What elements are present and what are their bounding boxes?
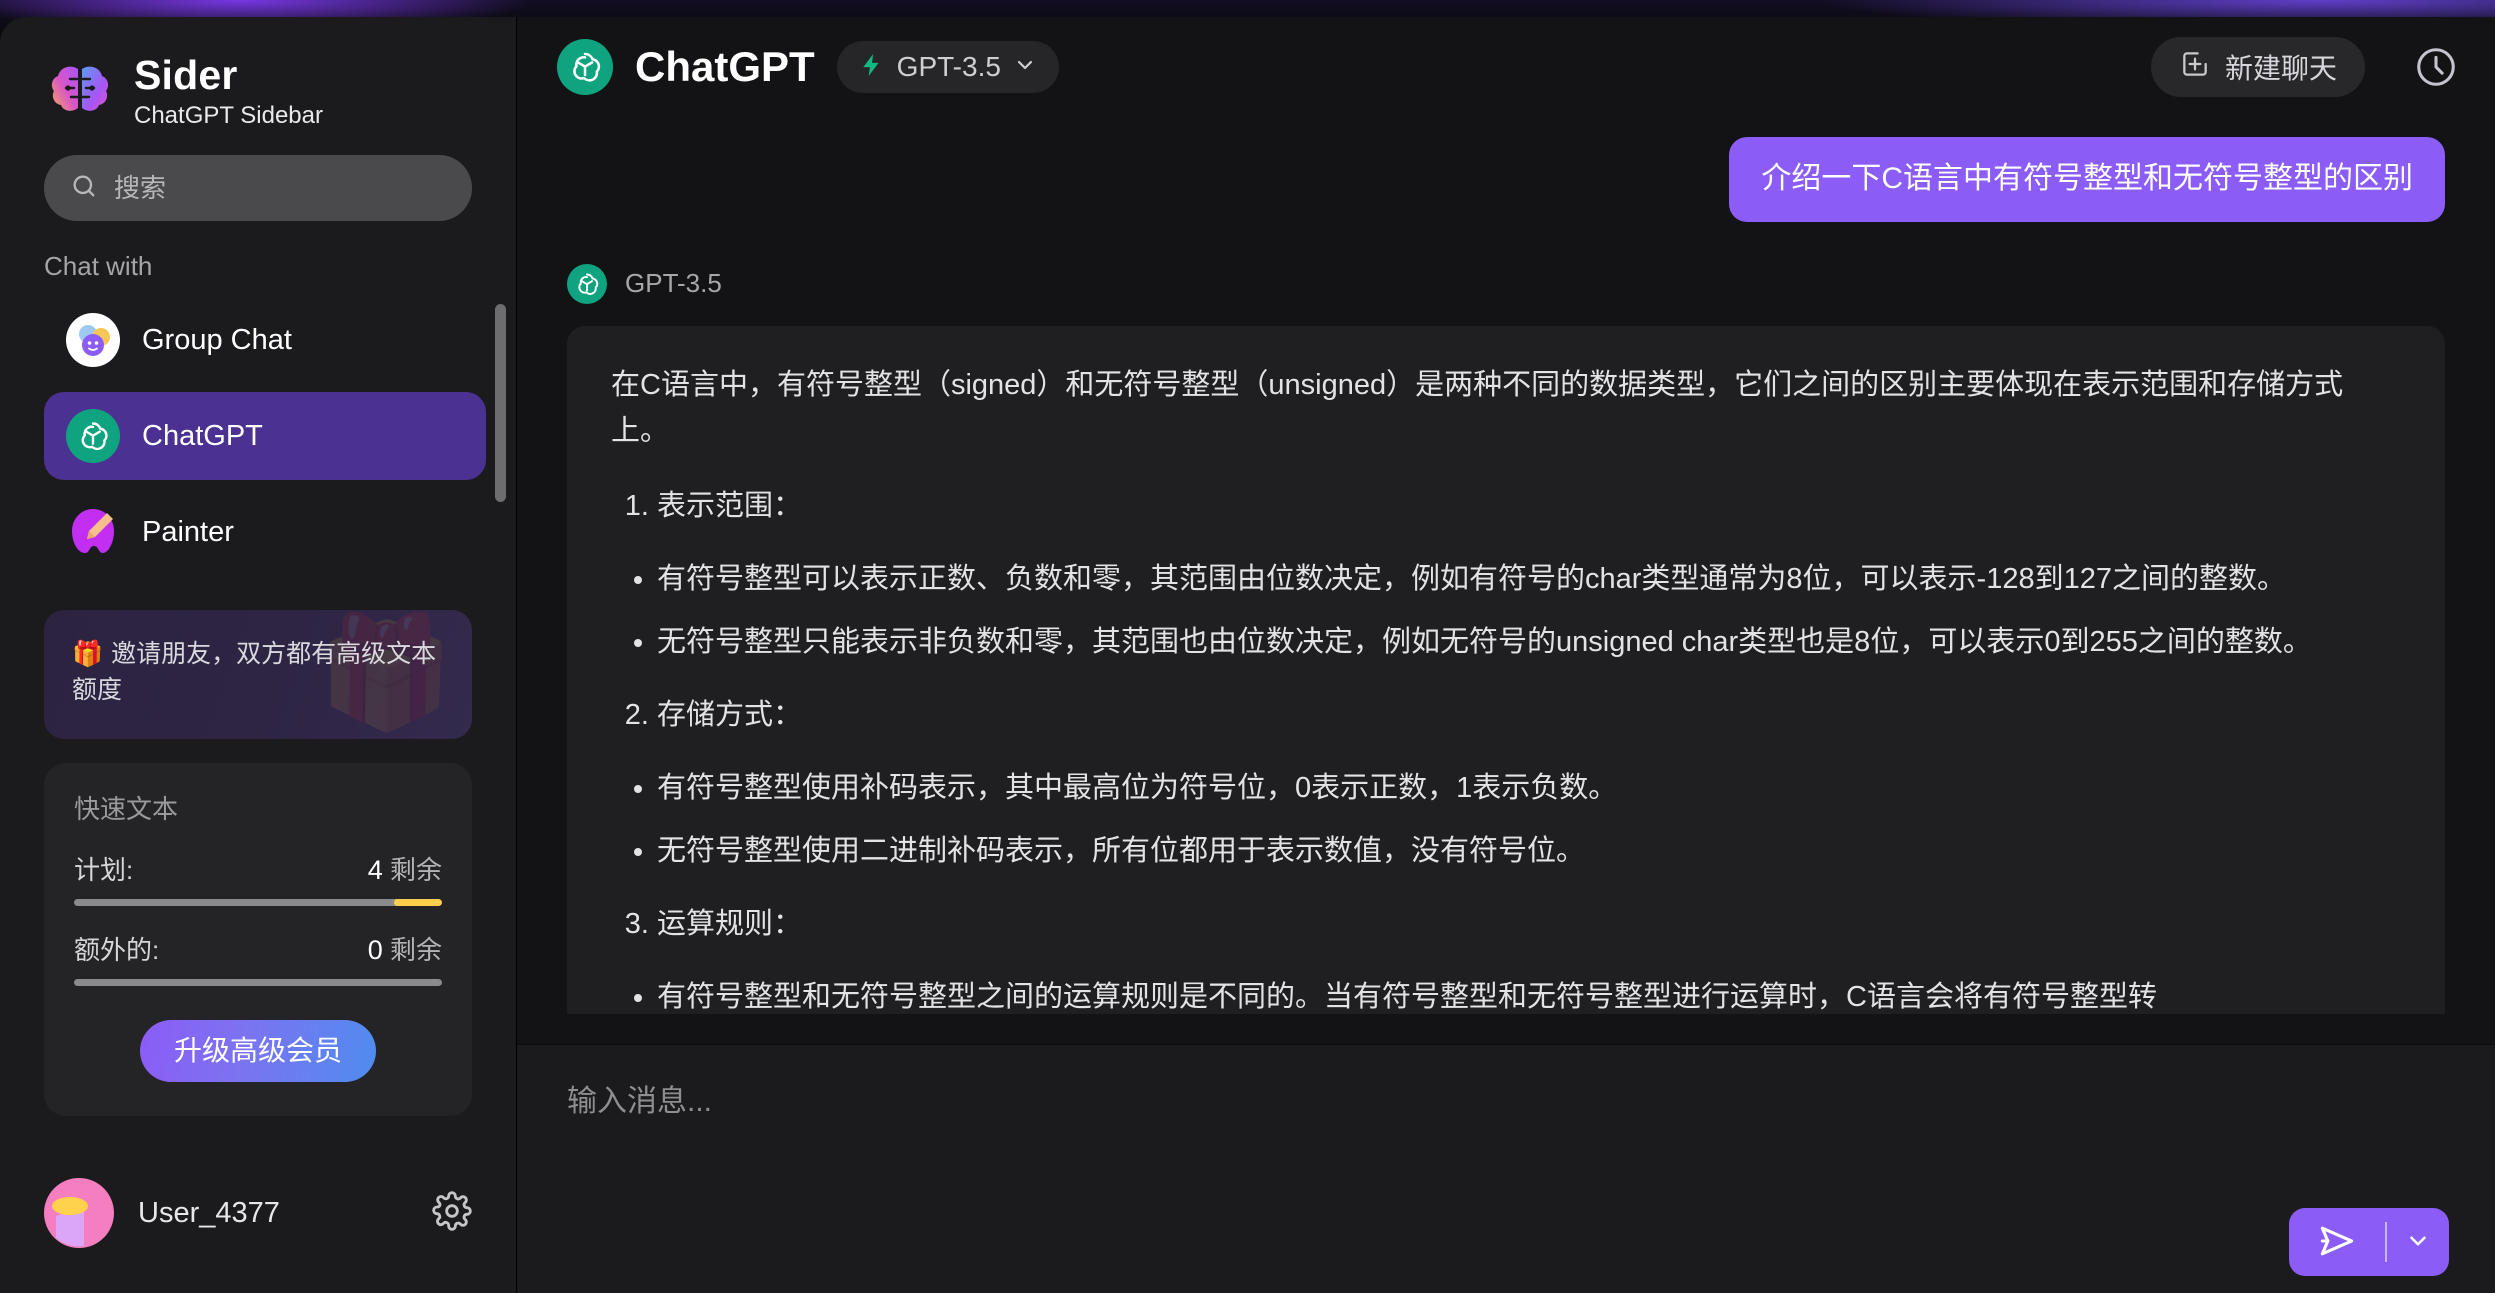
list-item: 有符号整型使用补码表示，其中最高位为符号位，0表示正数，1表示负数。 [657,765,2401,812]
brand-header: Sider ChatGPT Sidebar [0,17,516,133]
assistant-message: GPT-3.5 在C语言中，有符号整型（signed）和无符号整型（unsign… [567,263,2445,1044]
chat-with-label: Chat with [44,251,153,281]
openai-logo-icon [557,39,613,95]
sidebar-item-label: Group Chat [142,323,292,356]
sidebar: Sider ChatGPT Sidebar Chat with [0,17,516,1293]
user-avatar-icon[interactable] [44,1178,114,1248]
brain-icon [44,55,116,127]
invite-label: 邀请朋友，双方都有高级文本额度 [72,640,437,705]
assistant-bullets-1: 有符号整型可以表示正数、负数和零，其范围由位数决定，例如有符号的char类型通常… [611,556,2401,666]
gear-icon[interactable] [432,1190,472,1236]
quota-row-label: 额外的: [74,934,160,965]
top-bar: ChatGPT GPT-3.5 新建聊天 [517,17,2495,117]
quota-bar-extra [74,978,442,986]
user-message-bubble: 介绍一下C语言中有符号整型和无符号整型的区别 [1729,137,2445,222]
user-message-row: 介绍一下C语言中有符号整型和无符号整型的区别 [567,125,2445,222]
quota-row-unit: 剩余 [389,854,442,885]
assistant-section-3: 运算规则： [611,901,2401,948]
user-row: User_4377 [0,1178,516,1293]
send-button-group [2289,1208,2449,1276]
list-item: 有符号整型可以表示正数、负数和零，其范围由位数决定，例如有符号的char类型通常… [657,556,2401,603]
section-heading: 存储方式： [657,692,2401,739]
quota-title: 快速文本 [74,793,179,824]
search-input[interactable] [114,172,446,204]
section-heading: 表示范围： [657,483,2401,530]
plus-square-icon [2179,48,2211,87]
group-chat-avatar-icon [66,313,120,367]
chat-list: Group Chat ChatGPT Painter [0,296,516,576]
send-button[interactable] [2289,1208,2385,1276]
quota-row-plan: 计划: 4 剩余 [74,850,442,887]
assistant-bullets-2: 有符号整型使用补码表示，其中最高位为符号位，0表示正数，1表示负数。 无符号整型… [611,765,2401,875]
quota-row-extra: 额外的: 0 剩余 [74,930,442,967]
sidebar-item-label: ChatGPT [142,419,263,452]
lightning-bolt-icon [859,50,885,85]
sidebar-item-chatgpt[interactable]: ChatGPT [44,392,486,480]
sidebar-item-label: Painter [142,515,234,548]
list-item: 无符号整型使用二进制补码表示，所有位都用于表示数值，没有符号位。 [657,828,2401,875]
assistant-section-2: 存储方式： [611,692,2401,739]
quota-bar-fill [394,898,442,906]
invite-banner[interactable]: 🎁 🎁 邀请朋友，双方都有高级文本额度 [44,610,472,739]
brand-subtitle: ChatGPT Sidebar [134,101,323,129]
quota-bar-plan [74,898,442,906]
scroll-clip-mask [517,1014,2495,1044]
sidebar-item-painter[interactable]: Painter [44,488,486,576]
main-panel: ChatGPT GPT-3.5 新建聊天 介绍一下C语言中有符号整型和无符号整型… [516,17,2495,1293]
quota-row-unit: 剩余 [389,934,442,965]
chevron-down-icon [1013,53,1037,82]
assistant-model-name: GPT-3.5 [625,268,722,298]
assistant-message-body: 在C语言中，有符号整型（signed）和无符号整型（unsigned）是两种不同… [567,325,2445,1044]
openai-logo-icon [567,263,607,304]
quota-row-label: 计划: [74,854,134,885]
quota-card: 快速文本 计划: 4 剩余 额外的: 0 剩余 升级高级会员 [44,762,472,1116]
sidebar-scrollbar[interactable] [495,304,506,502]
composer [517,1044,2495,1293]
section-heading: 运算规则： [657,901,2401,948]
brand-title: Sider [134,51,238,98]
send-paper-plane-icon [2315,1219,2359,1266]
search-icon [70,172,98,205]
chevron-down-icon [2405,1228,2431,1257]
list-item: 无符号整型只能表示非负数和零，其范围也由位数决定，例如无符号的unsigned … [657,619,2401,666]
assistant-header: GPT-3.5 [567,263,2445,304]
clock-icon[interactable] [2413,44,2459,90]
quota-row-count: 0 [367,934,383,965]
app-root: Sider ChatGPT Sidebar Chat with [0,0,2495,1293]
new-chat-label: 新建聊天 [2224,53,2337,84]
page-title: ChatGPT [635,43,815,90]
search-box[interactable] [44,155,472,221]
conversation-scroll-area[interactable]: 介绍一下C语言中有符号整型和无符号整型的区别 GPT-3.5 在C语言中，有符号… [517,117,2495,1044]
upgrade-premium-button[interactable]: 升级高级会员 [139,1019,376,1082]
user-name: User_4377 [138,1196,280,1229]
openai-logo-icon [66,409,120,463]
message-input[interactable] [567,1081,2445,1201]
gift-icon: 🎁 [72,640,104,668]
invite-banner-text: 🎁 邀请朋友，双方都有高级文本额度 [72,636,444,709]
quota-row-count: 4 [367,854,383,885]
painter-brush-icon [66,505,120,559]
send-options-button[interactable] [2387,1208,2449,1276]
new-chat-button[interactable]: 新建聊天 [2150,37,2365,97]
assistant-intro: 在C语言中，有符号整型（signed）和无符号整型（unsigned）是两种不同… [611,368,2344,448]
model-selector[interactable]: GPT-3.5 [836,41,1059,93]
sidebar-item-group-chat[interactable]: Group Chat [44,296,486,384]
model-name: GPT-3.5 [896,51,1001,82]
assistant-section-1: 表示范围： [611,483,2401,530]
